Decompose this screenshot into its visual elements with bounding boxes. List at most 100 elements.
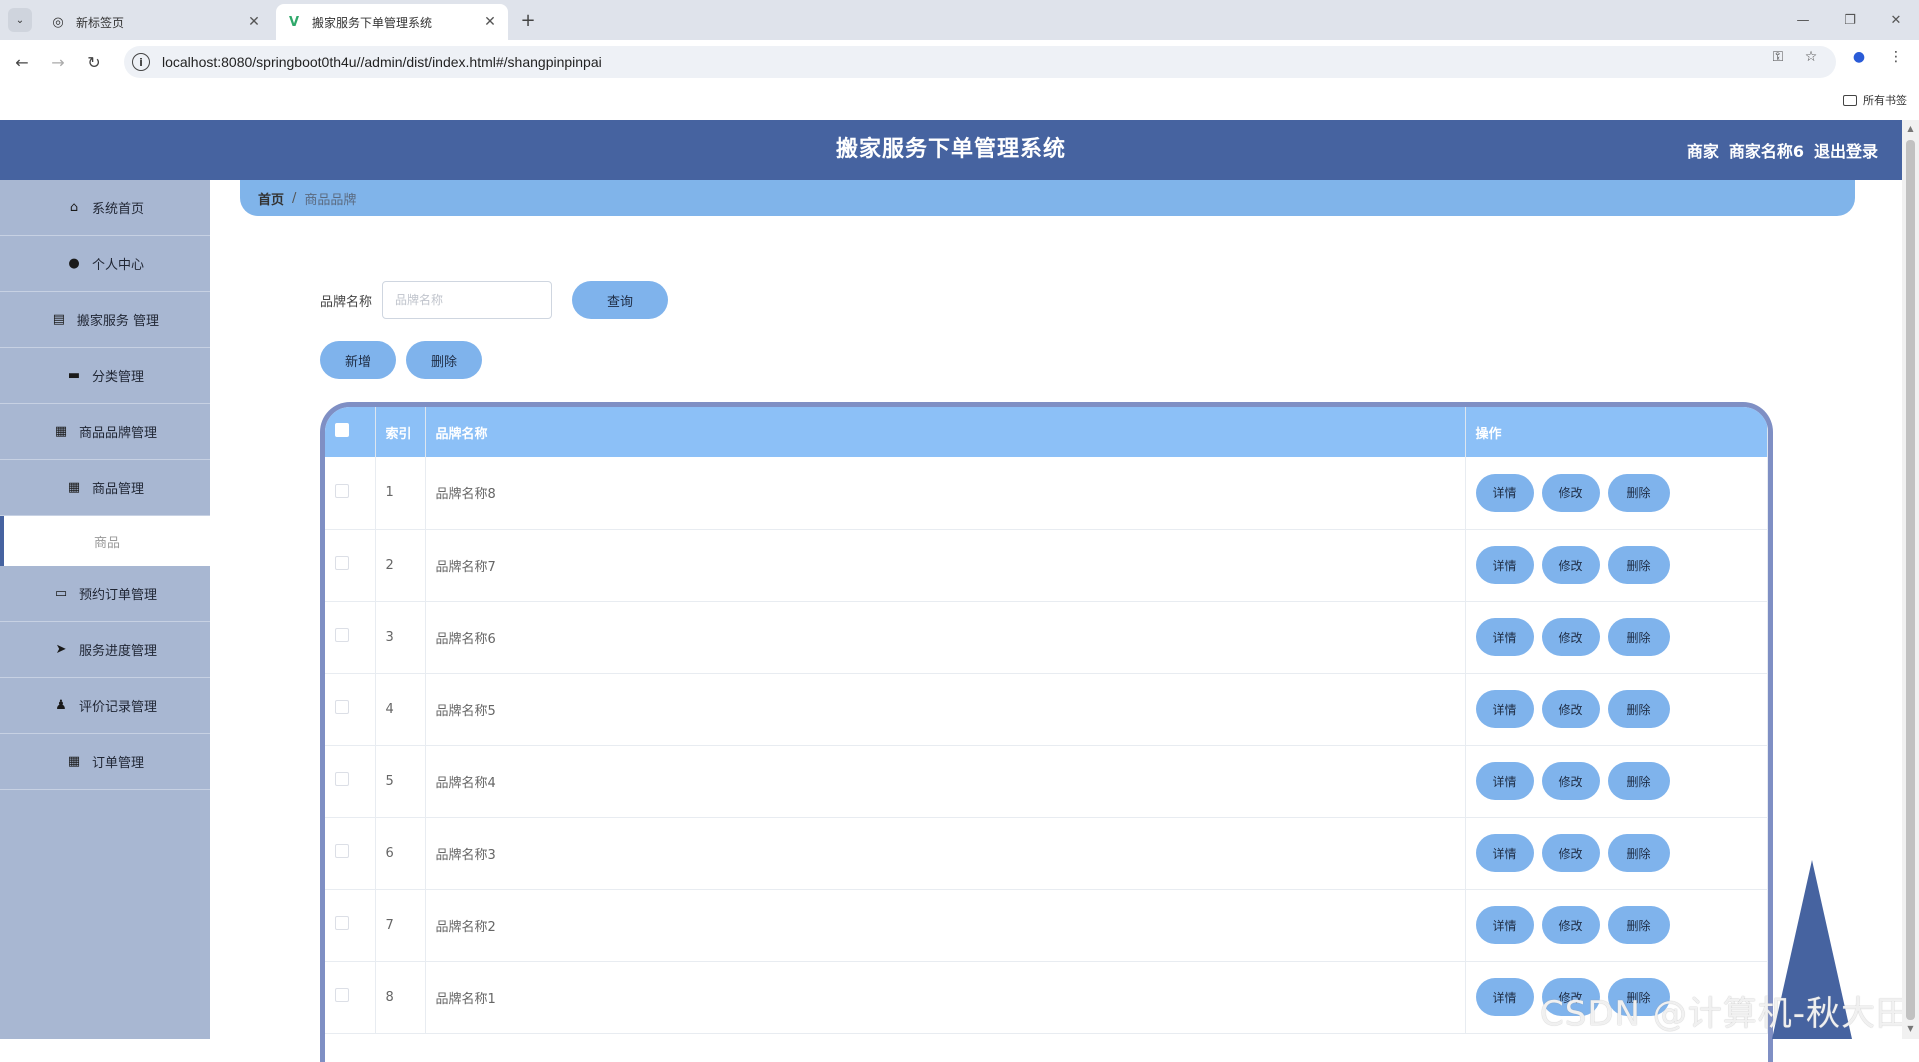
row-brand-name: 品牌名称7 — [425, 529, 1466, 602]
key-icon[interactable]: ⚿ — [1768, 47, 1788, 67]
clipboard-icon: ▤ — [52, 312, 66, 327]
row-checkbox[interactable] — [335, 628, 349, 642]
detail-button[interactable]: 详情 — [1475, 834, 1534, 872]
brand-table: 索引 品牌名称 操作 1 品牌名称8 详情 修改 删除 2 品牌名称7 详情 修改 删除 3 品牌名称… — [320, 402, 1773, 1062]
chrome-icon: ◎ — [52, 14, 64, 30]
scroll-up-icon[interactable]: ▲ — [1906, 124, 1915, 133]
edit-button[interactable]: 修改 — [1541, 618, 1600, 656]
detail-button[interactable]: 详情 — [1475, 546, 1534, 584]
delete-button[interactable]: 删除 — [1607, 690, 1670, 728]
sidebar-item-home[interactable]: ⌂ 系统首页 — [0, 180, 210, 236]
menu-icon[interactable]: ⋮ — [1886, 47, 1906, 67]
row-select-cell[interactable] — [325, 601, 376, 674]
sidebar-item-moving-service[interactable]: ▤ 搬家服务 管理 — [0, 292, 210, 348]
delete-button[interactable]: 删除 — [1607, 762, 1670, 800]
address-bar[interactable]: i localhost:8080/springboot0th4u//admin/… — [124, 46, 1836, 78]
scroll-thumb[interactable] — [1906, 140, 1915, 1020]
edit-button[interactable]: 修改 — [1541, 690, 1600, 728]
edit-button[interactable]: 修改 — [1541, 546, 1600, 584]
sidebar-item-profile[interactable]: ● 个人中心 — [0, 236, 210, 292]
back-icon[interactable]: ← — [10, 50, 34, 74]
table-row: 7 品牌名称2 详情 修改 删除 — [325, 889, 1768, 962]
url-text[interactable]: localhost:8080/springboot0th4u//admin/di… — [162, 54, 602, 70]
new-tab-button[interactable]: + — [516, 8, 540, 32]
brand-name-search-input[interactable] — [382, 281, 553, 319]
delete-button[interactable]: 删除 — [1607, 473, 1670, 512]
sidebar-item-product[interactable]: ▦ 商品管理 — [0, 460, 210, 516]
delete-button[interactable]: 删除 — [1607, 546, 1670, 584]
sidebar-item-category[interactable]: ▬ 分类管理 — [0, 348, 210, 404]
action-buttons: 新增 删除 — [320, 341, 492, 379]
edit-button[interactable]: 修改 — [1541, 834, 1600, 872]
row-index: 5 — [375, 745, 426, 818]
row-select-cell[interactable] — [325, 745, 376, 818]
sidebar-item-booking[interactable]: ▭ 预约订单管理 — [0, 566, 210, 622]
delete-button[interactable]: 删除 — [1607, 618, 1670, 656]
user-icon: ● — [68, 256, 80, 271]
table-row: 3 品牌名称6 详情 修改 删除 — [325, 601, 1768, 674]
row-checkbox[interactable] — [335, 556, 349, 570]
detail-button[interactable]: 详情 — [1475, 473, 1534, 512]
browser-tab-active[interactable]: V 搬家服务下单管理系统 ✕ — [276, 4, 508, 40]
sidebar-subitem-product[interactable]: 商品 — [0, 516, 210, 566]
folder-icon — [1843, 94, 1857, 106]
table-row: 2 品牌名称7 详情 修改 删除 — [325, 529, 1768, 602]
close-window-icon[interactable]: ✕ — [1876, 8, 1916, 32]
browser-tab-newtab[interactable]: ◎ 新标签页 ✕ — [40, 4, 272, 40]
breadcrumb-current: 商品品牌 — [304, 192, 357, 208]
sidebar-item-progress[interactable]: ➤ 服务进度管理 — [0, 622, 210, 678]
row-select-cell[interactable] — [325, 673, 376, 746]
close-icon[interactable]: ✕ — [246, 14, 262, 30]
row-checkbox[interactable] — [335, 844, 349, 858]
row-select-cell[interactable] — [325, 529, 376, 602]
row-index: 8 — [375, 961, 426, 1034]
detail-button[interactable]: 详情 — [1475, 978, 1534, 1016]
row-actions: 详情 修改 删除 — [1465, 817, 1768, 890]
row-select-cell[interactable] — [325, 889, 376, 962]
delete-button[interactable]: 删除 — [1607, 834, 1670, 872]
query-button[interactable]: 查询 — [572, 281, 669, 319]
close-icon[interactable]: ✕ — [482, 14, 498, 30]
page-scrollbar[interactable]: ▲ ▼ — [1902, 120, 1919, 1039]
reload-icon[interactable]: ↻ — [82, 50, 106, 74]
batch-delete-button[interactable]: 删除 — [406, 341, 482, 379]
tab-search-button[interactable]: ⌄ — [8, 8, 32, 32]
forward-icon[interactable]: → — [46, 50, 70, 74]
scroll-down-icon[interactable]: ▼ — [1906, 1024, 1915, 1033]
edit-button[interactable]: 修改 — [1541, 473, 1600, 512]
edit-button[interactable]: 修改 — [1541, 906, 1600, 944]
chat-icon: ▬ — [67, 368, 81, 383]
star-icon[interactable]: ☆ — [1801, 47, 1821, 67]
row-checkbox[interactable] — [335, 700, 349, 714]
row-select-cell[interactable] — [325, 817, 376, 890]
select-all-cell[interactable] — [325, 407, 376, 457]
minimize-icon[interactable]: — — [1783, 8, 1823, 32]
row-checkbox[interactable] — [335, 916, 349, 930]
detail-button[interactable]: 详情 — [1475, 762, 1534, 800]
edit-button[interactable]: 修改 — [1541, 762, 1600, 800]
restore-icon[interactable]: ❐ — [1830, 8, 1870, 32]
detail-button[interactable]: 详情 — [1475, 906, 1534, 944]
row-checkbox[interactable] — [335, 988, 349, 1002]
all-bookmarks[interactable]: 所有书签 — [1843, 92, 1907, 108]
row-checkbox[interactable] — [335, 772, 349, 786]
select-all-checkbox[interactable] — [335, 423, 349, 437]
detail-button[interactable]: 详情 — [1475, 618, 1534, 656]
logout-link[interactable]: 退出登录 — [1814, 138, 1878, 162]
row-checkbox[interactable] — [335, 483, 349, 498]
sidebar-item-brand[interactable]: ▦ 商品品牌管理 — [0, 404, 210, 460]
sidebar-item-label: 服务进度管理 — [78, 644, 157, 659]
sidebar-item-review[interactable]: ♟ 评价记录管理 — [0, 678, 210, 734]
row-brand-name: 品牌名称3 — [425, 817, 1466, 890]
site-info-icon[interactable]: i — [132, 53, 150, 71]
add-button[interactable]: 新增 — [320, 341, 396, 379]
profile-icon[interactable]: ● — [1849, 47, 1869, 67]
row-select-cell[interactable] — [325, 961, 376, 1034]
browser-tabbar: ⌄ ◎ 新标签页 ✕ V 搬家服务下单管理系统 ✕ + — ❐ ✕ — [0, 0, 1919, 40]
row-select-cell[interactable] — [325, 457, 376, 530]
detail-button[interactable]: 详情 — [1475, 690, 1534, 728]
sidebar-item-orders[interactable]: ▦ 订单管理 — [0, 734, 210, 790]
search-form: 品牌名称 查询 — [320, 281, 669, 319]
delete-button[interactable]: 删除 — [1607, 906, 1670, 944]
breadcrumb-home[interactable]: 首页 — [258, 189, 284, 208]
